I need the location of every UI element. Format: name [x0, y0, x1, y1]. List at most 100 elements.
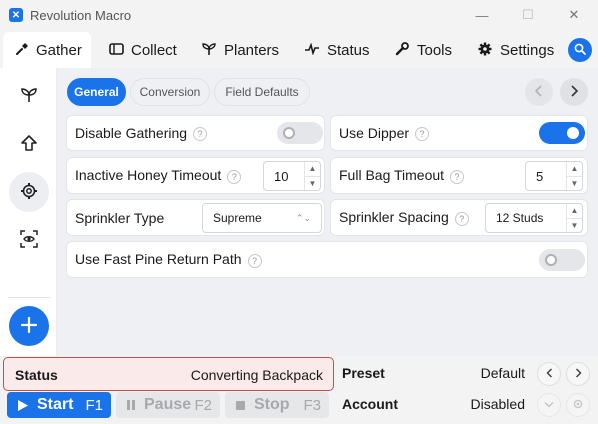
sprout-icon — [20, 86, 38, 107]
tab-planters[interactable]: Planters — [201, 32, 279, 68]
account-value: Disabled — [470, 396, 525, 412]
preset-next-button[interactable] — [566, 362, 590, 386]
stepper-value[interactable]: 12 Studs — [486, 211, 566, 225]
tab-status[interactable]: Status — [304, 32, 370, 68]
maximize-button[interactable]: ☐ — [516, 4, 540, 26]
search-button[interactable] — [568, 38, 592, 62]
ticket-icon — [108, 42, 124, 58]
setting-use-dipper: Use Dipper? — [330, 115, 588, 151]
chevron-down-icon — [544, 399, 554, 411]
subtab-conversion[interactable]: Conversion — [130, 78, 210, 106]
status-value: Converting Backpack — [190, 367, 323, 383]
pause-label: Pause — [144, 396, 192, 413]
sprout-icon — [201, 42, 217, 59]
app-logo-icon: ✕ — [9, 8, 23, 22]
start-button[interactable]: Start F1 — [7, 392, 111, 418]
start-label: Start — [37, 396, 74, 413]
status-label: Status — [15, 367, 58, 383]
subtab-field-defaults[interactable]: Field Defaults — [214, 78, 310, 106]
help-icon[interactable]: ? — [193, 127, 208, 142]
chevron-right-icon — [575, 367, 582, 381]
chevron-left-icon — [545, 367, 553, 381]
preset-prev-button[interactable] — [537, 362, 561, 386]
setting-label: Full Bag Timeout — [339, 167, 445, 184]
stop-button[interactable]: Stop F3 — [225, 392, 329, 418]
pulse-icon — [304, 42, 320, 58]
tab-planters-label: Planters — [224, 41, 280, 59]
tab-collect[interactable]: Collect — [108, 32, 177, 68]
sidebar-item-settings[interactable] — [9, 172, 49, 212]
sidebar-item-vision[interactable] — [9, 220, 49, 260]
stepper-value[interactable]: 5 — [526, 169, 566, 184]
preset-label: Preset — [342, 365, 385, 381]
preset-value: Default — [480, 365, 525, 381]
next-page-button[interactable] — [560, 78, 588, 106]
arrow-up-icon — [20, 134, 38, 155]
tab-tools[interactable]: Tools — [394, 32, 452, 68]
gear-icon — [572, 398, 584, 413]
tab-gather-label: Gather — [36, 41, 82, 59]
help-icon[interactable]: ? — [454, 211, 469, 226]
setting-sprinkler-type: Sprinkler Type Supreme ⌃⌄ — [66, 199, 325, 236]
setting-label: Sprinkler Spacing — [339, 209, 449, 226]
stop-icon — [235, 400, 246, 411]
increment-button[interactable]: ▲ — [305, 162, 320, 176]
status-panel: Status Converting Backpack — [3, 357, 334, 391]
sprinkler-type-select[interactable]: Supreme ⌃⌄ — [202, 203, 322, 233]
decrement-button[interactable]: ▼ — [567, 217, 582, 233]
sidebar-item-boost[interactable] — [9, 124, 49, 164]
main-panel: General Conversion Field Defaults Disabl… — [57, 68, 598, 356]
subtab-general[interactable]: General — [67, 78, 126, 106]
help-icon[interactable]: ? — [450, 169, 465, 184]
updown-icon: ⌃⌄ — [295, 212, 311, 223]
pause-hotkey: F2 — [194, 396, 212, 414]
toggle-knob — [545, 254, 557, 266]
chevron-right-icon — [570, 84, 579, 100]
disable-gathering-toggle[interactable] — [277, 122, 323, 144]
search-icon — [574, 42, 586, 58]
chevron-left-icon — [534, 84, 543, 100]
tab-status-label: Status — [327, 41, 370, 59]
use-dipper-toggle[interactable] — [539, 122, 585, 144]
inactive-honey-timeout-stepper[interactable]: 10 ▲ ▼ — [263, 161, 321, 191]
setting-sprinkler-spacing: Sprinkler Spacing? 12 Studs ▲ ▼ — [330, 199, 588, 236]
setting-label: Inactive Honey Timeout — [75, 167, 222, 184]
help-icon[interactable]: ? — [415, 127, 430, 142]
setting-label: Sprinkler Type — [75, 209, 165, 226]
tab-gather[interactable]: Gather — [3, 32, 91, 68]
setting-label: Use Dipper — [339, 124, 410, 141]
increment-button[interactable]: ▲ — [567, 204, 582, 218]
toggle-knob — [567, 127, 579, 139]
decrement-button[interactable]: ▼ — [305, 175, 320, 191]
minimize-button[interactable]: — — [470, 4, 494, 26]
setting-disable-gathering: Disable Gathering? — [66, 115, 325, 151]
select-value: Supreme — [213, 211, 262, 225]
sidebar — [0, 68, 57, 356]
stop-label: Stop — [254, 396, 290, 413]
stepper-value[interactable]: 10 — [264, 169, 304, 184]
stop-hotkey: F3 — [303, 396, 321, 414]
wrench-icon — [394, 41, 410, 59]
setting-inactive-honey-timeout: Inactive Honey Timeout? 10 ▲ ▼ — [66, 157, 325, 194]
toggle-knob — [283, 127, 295, 139]
help-icon[interactable]: ? — [227, 169, 242, 184]
prev-page-button[interactable] — [525, 78, 553, 106]
help-icon[interactable]: ? — [247, 253, 262, 268]
tab-settings[interactable]: Settings — [477, 32, 554, 68]
full-bag-timeout-stepper[interactable]: 5 ▲ ▼ — [525, 161, 583, 191]
tab-settings-label: Settings — [500, 41, 555, 59]
sidebar-item-fields[interactable] — [9, 76, 49, 116]
close-button[interactable]: ✕ — [562, 4, 586, 26]
sprinkler-spacing-stepper[interactable]: 12 Studs ▲ ▼ — [485, 203, 583, 233]
fast-pine-toggle[interactable] — [539, 249, 585, 271]
app-title: Revolution Macro — [30, 8, 132, 23]
pause-button[interactable]: Pause F2 — [116, 392, 220, 418]
account-label: Account — [342, 396, 398, 412]
add-button[interactable] — [9, 306, 49, 346]
decrement-button[interactable]: ▼ — [567, 175, 582, 191]
account-settings-button[interactable] — [566, 393, 590, 417]
account-dropdown-button[interactable] — [537, 393, 561, 417]
increment-button[interactable]: ▲ — [567, 162, 582, 176]
setting-label: Use Fast Pine Return Path — [75, 251, 242, 268]
pause-icon — [126, 399, 136, 411]
